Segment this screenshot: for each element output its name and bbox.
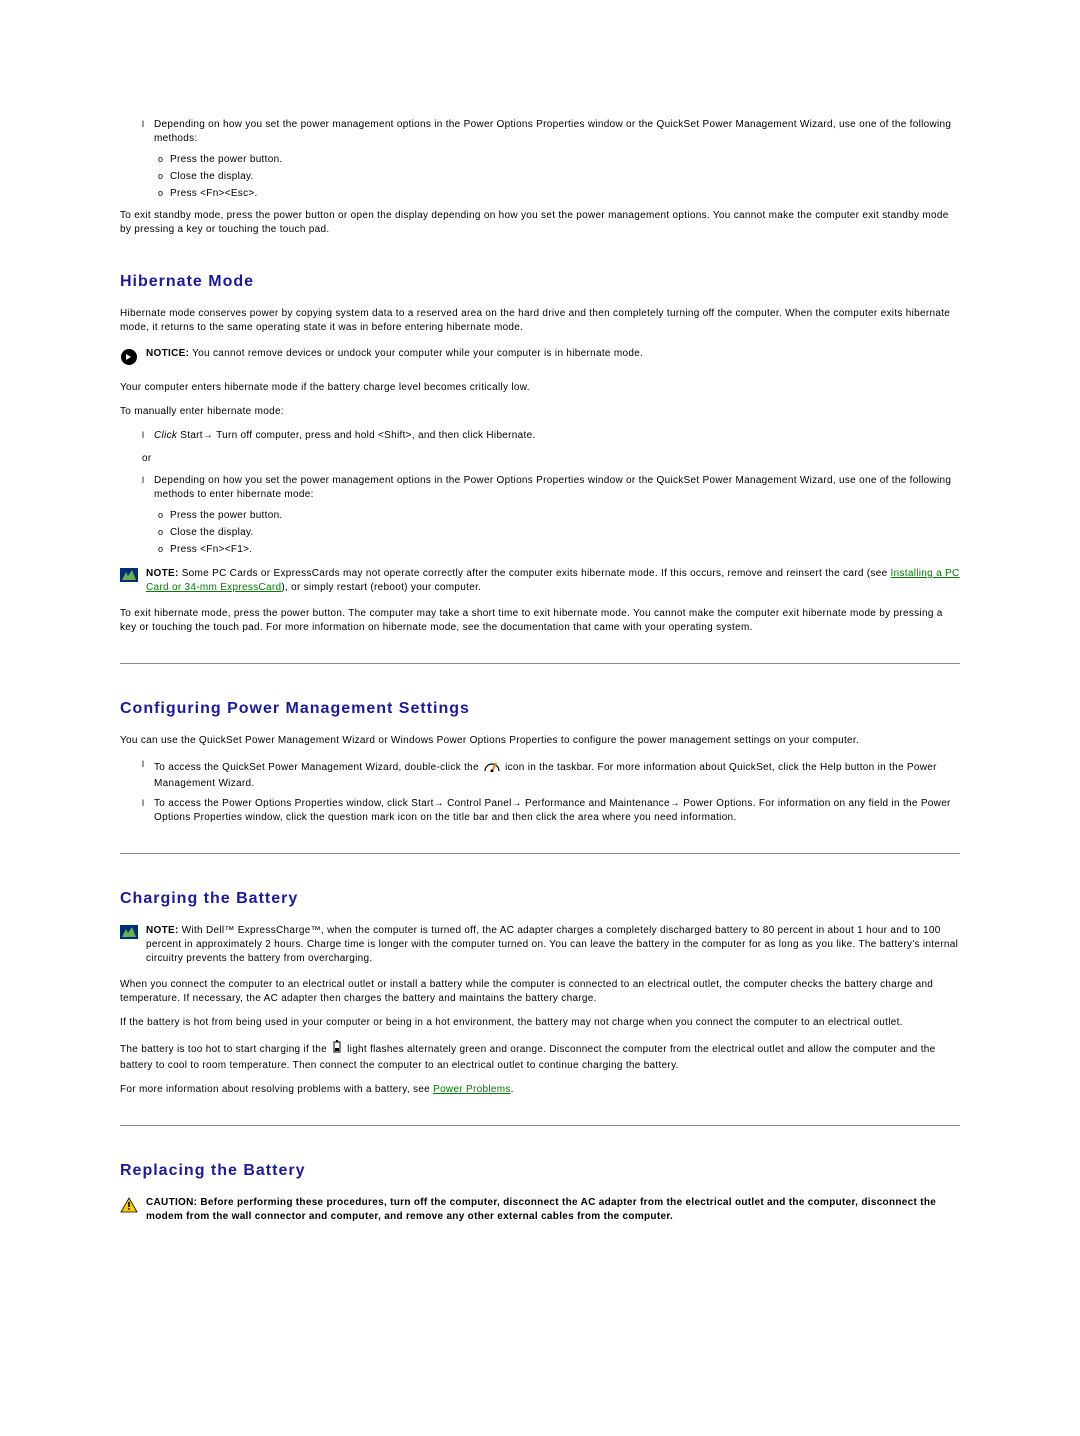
content-area: Depending on how you set the power manag… [120, 118, 960, 1224]
list-item: Press the power button. [158, 510, 960, 521]
hibernate-manual-list: Click Start→ Turn off computer, press an… [142, 429, 960, 443]
list-item-text: Start→ Turn off computer, press and hold… [180, 430, 535, 441]
body-text: Hibernate mode conserves power by copyin… [120, 307, 960, 335]
power-problems-link[interactable]: Power Problems [433, 1084, 511, 1095]
notice-callout: NOTICE: You cannot remove devices or und… [120, 347, 960, 369]
notice-text: NOTICE: You cannot remove devices or und… [146, 347, 643, 361]
standby-exit-text: To exit standby mode, press the power bu… [120, 209, 960, 237]
note-icon [120, 925, 140, 942]
body-text: If the battery is hot from being used in… [120, 1016, 960, 1030]
notice-icon [120, 348, 140, 369]
caution-callout: CAUTION: Before performing these procedu… [120, 1196, 960, 1224]
hibernate-heading: Hibernate Mode [120, 273, 960, 291]
note-callout: NOTE: With Dell™ ExpressCharge™, when th… [120, 924, 960, 966]
body-text: Your computer enters hibernate mode if t… [120, 381, 960, 395]
list-item: Press the power button. [158, 154, 960, 165]
text-b: . [511, 1084, 514, 1095]
notice-label: NOTICE: [146, 348, 189, 359]
standby-sub-list: Press the power button. Close the displa… [158, 154, 960, 199]
note-icon [120, 568, 140, 585]
list-item: Press <Fn><F1>. [158, 544, 960, 555]
note-callout: NOTE: Some PC Cards or ExpressCards may … [120, 567, 960, 595]
caution-text: CAUTION: Before performing these procedu… [146, 1196, 960, 1224]
text-a: The battery is too hot to start charging… [120, 1044, 330, 1055]
charging-heading: Charging the Battery [120, 890, 960, 908]
note-text: NOTE: With Dell™ ExpressCharge™, when th… [146, 924, 960, 966]
list-item: Close the display. [158, 171, 960, 182]
list-item: Click Start→ Turn off computer, press an… [142, 429, 960, 443]
note-label: NOTE: [146, 568, 179, 579]
body-text: The battery is too hot to start charging… [120, 1040, 960, 1073]
replacing-heading: Replacing the Battery [120, 1162, 960, 1180]
text-a: For more information about resolving pro… [120, 1084, 433, 1095]
list-item: Close the display. [158, 527, 960, 538]
body-text: When you connect the computer to an elec… [120, 978, 960, 1006]
section-divider [120, 663, 960, 664]
list-item: To access the QuickSet Power Management … [142, 758, 960, 791]
body-text: To exit hibernate mode, press the power … [120, 607, 960, 635]
caution-label: CAUTION: [146, 1197, 197, 1208]
list-text-a: To access the QuickSet Power Management … [154, 762, 482, 773]
caution-body: Before performing these procedures, turn… [146, 1197, 936, 1222]
document-page: Depending on how you set the power manag… [115, 0, 965, 1436]
note-label: NOTE: [146, 925, 179, 936]
body-text: You can use the QuickSet Power Managemen… [120, 734, 960, 748]
note-body-b: ), or simply restart (reboot) your compu… [281, 582, 481, 593]
list-item: Press <Fn><Esc>. [158, 188, 960, 199]
quickset-meter-icon [484, 758, 500, 777]
caution-icon [120, 1197, 140, 1216]
body-text: For more information about resolving pro… [120, 1083, 960, 1097]
hibernate-sub-list: Press the power button. Close the displa… [158, 510, 960, 555]
standby-methods-list: Depending on how you set the power manag… [142, 118, 960, 146]
section-divider [120, 853, 960, 854]
config-heading: Configuring Power Management Settings [120, 700, 960, 718]
note-body: With Dell™ ExpressCharge™, when the comp… [146, 925, 958, 964]
or-text: or [142, 453, 960, 464]
body-text: To manually enter hibernate mode: [120, 405, 960, 419]
section-divider [120, 1125, 960, 1126]
config-list: To access the QuickSet Power Management … [142, 758, 960, 825]
list-item: Depending on how you set the power manag… [142, 474, 960, 502]
note-text: NOTE: Some PC Cards or ExpressCards may … [146, 567, 960, 595]
battery-light-icon [332, 1040, 342, 1059]
note-body-a: Some PC Cards or ExpressCards may not op… [182, 568, 891, 579]
italic-prefix: Click [154, 430, 177, 441]
hibernate-methods-list: Depending on how you set the power manag… [142, 474, 960, 502]
list-item: To access the Power Options Properties w… [142, 797, 960, 825]
notice-body: You cannot remove devices or undock your… [192, 348, 643, 359]
list-item: Depending on how you set the power manag… [142, 118, 960, 146]
